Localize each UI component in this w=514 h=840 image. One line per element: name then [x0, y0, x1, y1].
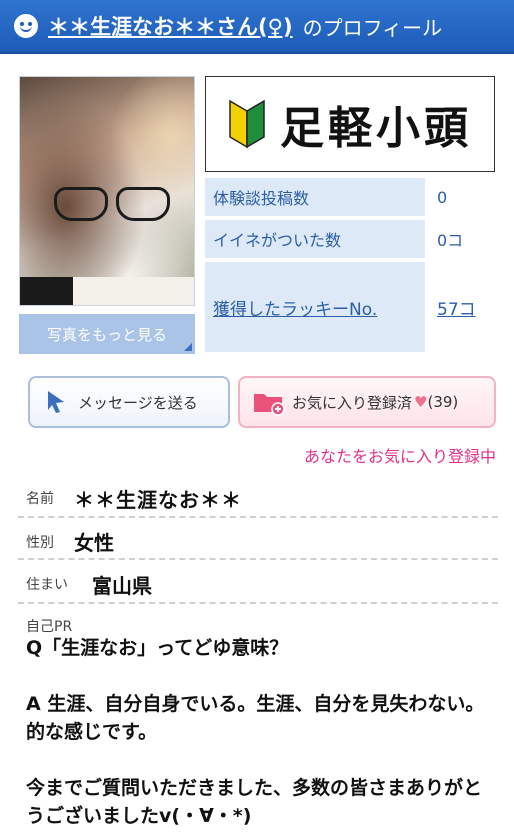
home-value: 富山県 [92, 574, 152, 598]
stat-row-posts: 体験談投稿数 0 [205, 178, 495, 216]
beginner-mark-icon [228, 99, 266, 149]
favorite-button[interactable]: お気に入り登録済 ♥ (39) [238, 376, 496, 428]
stat-row-likes: イイネがついた数 0コ [205, 220, 495, 258]
profile-header: ＊＊生涯なお＊＊さん(♀) のプロフィール [0, 0, 514, 54]
cursor-arrow-icon [44, 389, 68, 415]
profile-row-name: 名前 ＊＊生涯なお＊＊ [18, 478, 498, 518]
rank-badge: 足軽小頭 [205, 76, 495, 172]
folder-add-icon [252, 388, 286, 416]
rank-title: 足軽小頭 [280, 103, 472, 154]
profile-title-name[interactable]: ＊＊生涯なお＊＊さん(♀) [48, 11, 293, 41]
smiley-icon [14, 14, 38, 38]
stat-label: 体験談投稿数 [205, 178, 425, 216]
stat-value: 0コ [437, 231, 464, 250]
send-message-label: メッセージを送る [78, 393, 198, 412]
heart-icon: ♥ [414, 393, 428, 411]
profile-row-home: 住まい 富山県 [18, 562, 498, 604]
more-photos-label: 写真をもっと見る [46, 325, 167, 344]
favorite-label: お気に入り登録済 [292, 393, 413, 412]
more-photos-button[interactable]: 写真をもっと見る [19, 314, 195, 354]
lucky-number-link[interactable]: 獲得したラッキーNo. [205, 262, 425, 352]
stats-table: 体験談投稿数 0 イイネがついた数 0コ 獲得したラッキーNo. 57コ [205, 178, 495, 356]
self-pr-label: 自己PR [26, 619, 73, 635]
send-message-button[interactable]: メッセージを送る [28, 376, 230, 428]
favorite-status-text: あなたをお気に入り登録中 [303, 447, 496, 466]
stat-label: イイネがついた数 [205, 220, 425, 258]
profile-row-gender: 性別 女性 [18, 520, 498, 560]
stat-value: 0 [437, 187, 448, 207]
lucky-number-value-link[interactable]: 57コ [425, 262, 495, 352]
stat-row-lucky[interactable]: 獲得したラッキーNo. 57コ [205, 262, 495, 352]
gender-value: 女性 [74, 531, 114, 555]
self-pr-text: Q「生涯なお」ってどゆ意味？ A 生涯、自分自身でいる。生涯、自分を見失わない。… [26, 637, 485, 827]
name-label: 名前 [26, 491, 54, 507]
profile-photo[interactable] [19, 76, 195, 306]
profile-title-suffix: のプロフィール [302, 15, 443, 40]
name-value: ＊＊生涯なお＊＊ [74, 488, 242, 512]
home-label: 住まい [26, 577, 68, 593]
gender-label: 性別 [26, 535, 54, 551]
corner-arrow-icon [184, 343, 192, 351]
favorite-count: (39) [427, 393, 459, 411]
